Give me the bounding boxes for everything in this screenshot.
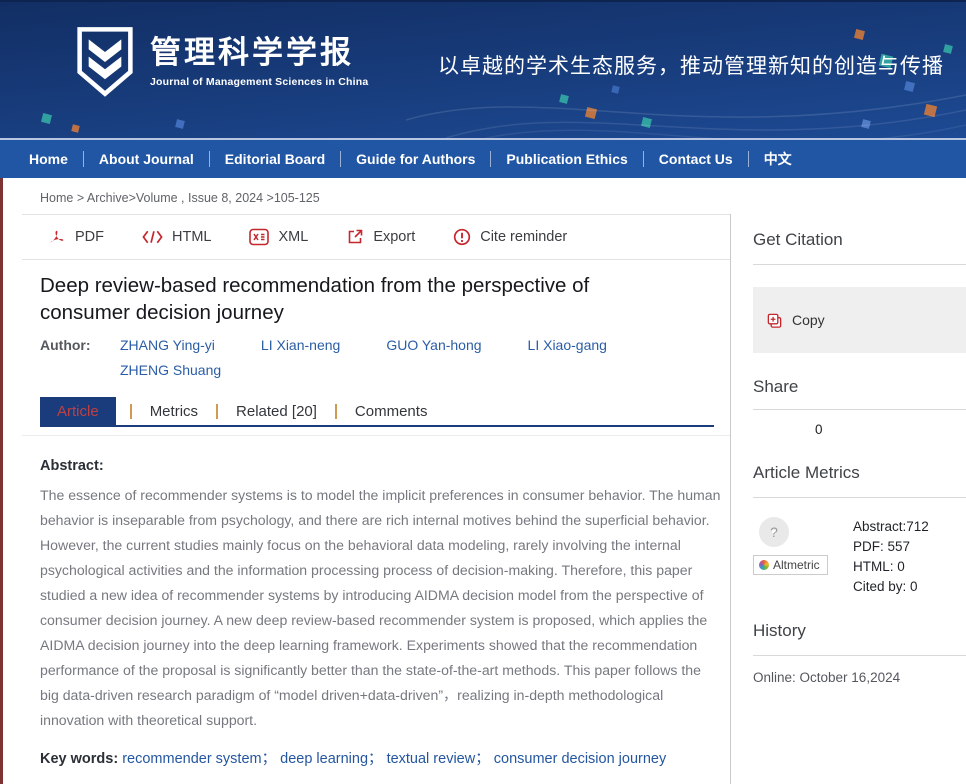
breadcrumb[interactable]: Home > Archive>Volume , Issue 8, 2024 >1… (3, 178, 966, 214)
article-title: Deep review-based recommendation from th… (40, 272, 652, 326)
keyword-link[interactable]: textual review (387, 751, 476, 767)
altmetric-donut-icon: ? (759, 517, 789, 547)
export-button[interactable]: Export (346, 228, 415, 246)
export-label: Export (373, 229, 415, 245)
keyword-separator: ； (368, 751, 383, 767)
journal-shield-logo-icon (76, 26, 134, 98)
journal-name-en: Journal of Management Sciences in China (150, 76, 368, 88)
tab-related[interactable]: Related [20] (218, 403, 335, 420)
main-nav: Home About Journal Editorial Board Guide… (0, 138, 966, 178)
keyword-separator: ； (475, 751, 490, 767)
html-code-icon (142, 229, 163, 245)
get-citation-title: Get Citation (753, 230, 966, 250)
content-area: Home > Archive>Volume , Issue 8, 2024 >1… (0, 178, 966, 784)
cite-reminder-label: Cite reminder (480, 229, 567, 245)
sidebar: Get Citation Copy Share 0 Article Metric… (731, 214, 966, 784)
article-tabs: Article Metrics Related [20] Comments (40, 398, 714, 427)
keyword-link[interactable]: deep learning (280, 751, 368, 767)
keyword-link[interactable]: consumer decision journey (494, 751, 666, 767)
header-banner: 管理科学学报 Journal of Management Sciences in… (0, 0, 966, 138)
nav-item-chinese[interactable]: 中文 (749, 149, 807, 169)
altmetric-label: Altmetric (753, 555, 828, 575)
keyword-separator: ； (262, 751, 277, 767)
copy-citation-button[interactable]: Copy (753, 287, 966, 353)
nav-item-home[interactable]: Home (14, 151, 83, 167)
metrics-list: Abstract:712 PDF: 557 HTML: 0 Cited by: … (853, 517, 929, 597)
sidebar-divider (753, 655, 966, 656)
pdf-label: PDF (75, 229, 104, 245)
metric-cited-by: Cited by: 0 (853, 577, 929, 597)
keywords-label: Key words: (40, 751, 118, 767)
journal-name-zh: 管理科学学报 (150, 36, 368, 70)
xml-button[interactable]: XML (249, 228, 308, 246)
nav-item-editorial-board[interactable]: Editorial Board (210, 151, 340, 167)
deco-square (175, 119, 185, 129)
pdf-button[interactable]: PDF (48, 228, 104, 246)
article-metrics-title: Article Metrics (753, 463, 966, 483)
author-link[interactable]: ZHANG Ying-yi (120, 337, 215, 353)
sidebar-divider (753, 497, 966, 498)
online-date: Online: October 16,2024 (753, 670, 966, 685)
pdf-icon (48, 228, 66, 246)
keyword-link[interactable]: recommender system (122, 751, 261, 767)
section-divider (22, 435, 730, 436)
metrics-row: ? Altmetric Abstract:712 PDF: 557 HTML: … (753, 517, 966, 597)
share-count: 0 (815, 422, 966, 437)
author-link[interactable]: GUO Yan-hong (386, 337, 481, 353)
altmetric-label-text: Altmetric (773, 558, 820, 572)
export-icon (346, 228, 364, 246)
altmetric-color-dot-icon (759, 560, 769, 570)
history-title: History (753, 621, 966, 641)
abstract-text: The essence of recommender systems is to… (40, 483, 722, 733)
tab-article[interactable]: Article (40, 397, 116, 426)
html-label: HTML (172, 229, 211, 245)
xml-label: XML (278, 229, 308, 245)
tab-comments[interactable]: Comments (337, 403, 446, 420)
journal-logo-block[interactable]: 管理科学学报 Journal of Management Sciences in… (76, 26, 368, 98)
article-main-column: PDF HTML (3, 214, 731, 784)
keywords-row: Key words: recommender system； deep lear… (40, 747, 714, 768)
copy-icon (766, 312, 783, 329)
metric-html-views: HTML: 0 (853, 557, 929, 577)
tab-metrics[interactable]: Metrics (132, 403, 216, 420)
page: 管理科学学报 Journal of Management Sciences in… (0, 0, 966, 784)
author-row: Author: ZHANG Ying-yi LI Xian-neng GUO Y… (40, 337, 714, 378)
html-button[interactable]: HTML (142, 229, 211, 245)
altmetric-badge[interactable]: ? Altmetric (753, 517, 839, 597)
abstract-label: Abstract: (40, 458, 714, 474)
metric-pdf-downloads: PDF: 557 (853, 537, 929, 557)
share-title: Share (753, 377, 966, 397)
xml-file-icon (249, 228, 269, 246)
article-toolbar: PDF HTML (22, 214, 730, 260)
deco-square (41, 113, 52, 124)
copy-label: Copy (792, 312, 825, 328)
nav-item-guide-for-authors[interactable]: Guide for Authors (341, 151, 490, 167)
alert-circle-icon (453, 228, 471, 246)
author-link[interactable]: LI Xian-neng (261, 337, 340, 353)
sidebar-divider (753, 264, 966, 265)
sidebar-divider (753, 409, 966, 410)
author-link[interactable]: LI Xiao-gang (528, 337, 607, 353)
author-link[interactable]: ZHENG Shuang (120, 362, 221, 378)
nav-item-contact-us[interactable]: Contact Us (644, 151, 748, 167)
cite-reminder-button[interactable]: Cite reminder (453, 228, 567, 246)
altmetric-question-mark: ? (770, 524, 778, 540)
journal-slogan: 以卓越的学术生态服务，推动管理新知的创造与传播 (438, 50, 944, 80)
nav-item-about-journal[interactable]: About Journal (84, 151, 209, 167)
nav-item-publication-ethics[interactable]: Publication Ethics (491, 151, 642, 167)
metric-abstract-views: Abstract:712 (853, 517, 929, 537)
deco-square (71, 124, 79, 132)
author-label: Author: (40, 337, 120, 378)
